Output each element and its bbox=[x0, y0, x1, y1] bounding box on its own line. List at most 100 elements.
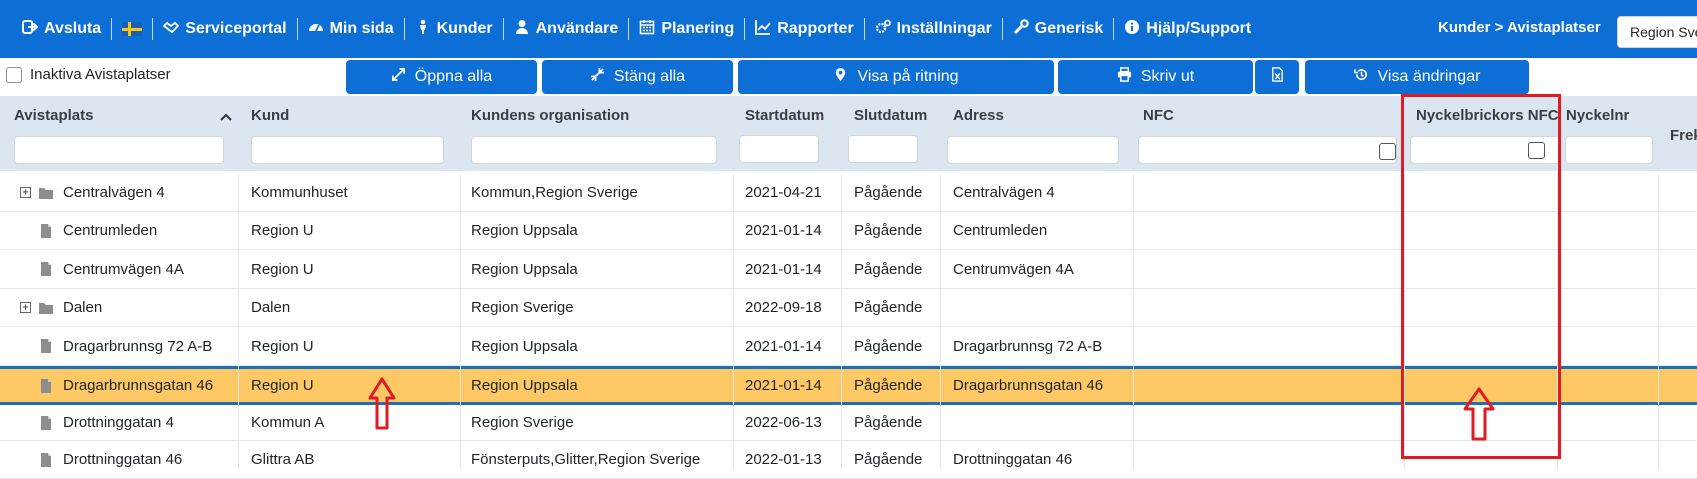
col-header-startdatum[interactable]: Startdatum bbox=[745, 107, 824, 124]
cell-customer-text: Region U bbox=[251, 377, 314, 394]
show-on-drawing-button[interactable]: Visa på ritning bbox=[738, 60, 1054, 94]
cell-end-text: Pågående bbox=[854, 299, 923, 316]
nav-settings-label: Inställningar bbox=[896, 20, 992, 37]
top-navbar: Avsluta Serviceportal Min sida Kunder An… bbox=[0, 0, 1697, 58]
inactive-checkbox[interactable] bbox=[6, 66, 22, 83]
language-button[interactable] bbox=[112, 22, 152, 36]
cell-end: Pågående bbox=[854, 212, 922, 249]
cell-place-text: Centralvägen 4 bbox=[63, 184, 165, 201]
cell-org: Region Sverige bbox=[471, 405, 574, 440]
col-header-nyckelnr[interactable]: Nyckelnr bbox=[1566, 107, 1629, 124]
swedish-flag-icon bbox=[122, 22, 143, 36]
inactive-filter[interactable]: Inaktiva Avistaplatser bbox=[6, 66, 171, 83]
cell-org: Region Uppsala bbox=[471, 212, 578, 249]
cell-org-text: Fönsterputs,Glitter,Region Sverige bbox=[471, 451, 701, 468]
filter-adress-input[interactable] bbox=[947, 136, 1119, 164]
nav-generic[interactable]: Generisk bbox=[1003, 18, 1113, 40]
filter-nfc-checkbox[interactable] bbox=[1379, 143, 1396, 160]
nav-logout-label: Avsluta bbox=[44, 20, 102, 37]
cell-end-text: Pågående bbox=[854, 377, 923, 394]
col-header-kund[interactable]: Kund bbox=[251, 107, 289, 124]
cell-org: Region Uppsala bbox=[471, 250, 578, 288]
nav-help-support[interactable]: Hjälp/Support bbox=[1114, 19, 1261, 40]
filter-kund-input[interactable] bbox=[251, 136, 444, 164]
cell-end: Pågående bbox=[854, 369, 922, 402]
nav-planning-label: Planering bbox=[661, 20, 735, 37]
cell-org: Region Uppsala bbox=[471, 327, 578, 365]
nav-users[interactable]: Användare bbox=[504, 19, 629, 40]
cell-customer: Region U bbox=[251, 250, 314, 288]
cell-place-text: Dragarbrunnsg 72 A-B bbox=[63, 337, 213, 355]
cell-customer: Region U bbox=[251, 212, 314, 249]
col-header-avistaplats[interactable]: Avistaplats bbox=[14, 107, 93, 124]
filter-startdatum-input[interactable] bbox=[739, 135, 819, 163]
col-divider bbox=[460, 174, 461, 468]
nav-users-label: Användare bbox=[535, 20, 619, 37]
nav-logout[interactable]: Avsluta bbox=[12, 19, 111, 40]
cell-customer-text: Kommunhuset bbox=[251, 184, 348, 201]
cell-place: Dragarbrunnsg 72 A-B bbox=[38, 327, 212, 365]
print-button[interactable]: Skriv ut bbox=[1058, 60, 1253, 94]
breadcrumb[interactable]: Kunder > Avistaplatser bbox=[1438, 19, 1601, 36]
nav-serviceportal[interactable]: Serviceportal bbox=[153, 19, 296, 40]
cell-end-text: Pågående bbox=[854, 184, 923, 201]
col-divider bbox=[1133, 174, 1134, 468]
file-icon bbox=[38, 223, 54, 239]
cell-address: Centralvägen 4 bbox=[953, 174, 1055, 211]
cell-end: Pågående bbox=[854, 441, 922, 478]
file-icon bbox=[38, 452, 54, 468]
cell-customer: Region U bbox=[251, 369, 314, 402]
cell-start-text: 2022-09-18 bbox=[745, 299, 822, 316]
cell-start-text: 2022-06-13 bbox=[745, 414, 822, 431]
nav-serviceportal-label: Serviceportal bbox=[185, 20, 287, 37]
col-header-adress[interactable]: Adress bbox=[953, 107, 1004, 124]
cell-customer-text: Dalen bbox=[251, 299, 291, 316]
filter-avistaplats-input[interactable] bbox=[14, 136, 224, 164]
excel-icon bbox=[1270, 67, 1285, 87]
close-all-label: Stäng alla bbox=[613, 68, 686, 85]
cell-place-text: Drottninggatan 46 bbox=[63, 451, 183, 468]
cell-place: + Centralvägen 4 bbox=[20, 174, 165, 211]
nav-reports[interactable]: Rapporter bbox=[745, 19, 863, 40]
person-icon bbox=[415, 19, 431, 40]
close-all-button[interactable]: Stäng alla bbox=[542, 60, 733, 94]
file-icon bbox=[38, 338, 54, 354]
dashboard-icon bbox=[308, 19, 324, 40]
cell-place: Centrumvägen 4A bbox=[38, 250, 184, 288]
cell-address-text: Centralvägen 4 bbox=[953, 184, 1055, 201]
expand-arrows-icon bbox=[391, 67, 406, 87]
expand-icon[interactable]: + bbox=[20, 187, 31, 198]
open-all-label: Öppna alla bbox=[414, 68, 493, 85]
sort-asc-icon[interactable] bbox=[219, 109, 233, 127]
filter-nyckelnr-input[interactable] bbox=[1565, 136, 1653, 164]
open-all-button[interactable]: Öppna alla bbox=[346, 60, 537, 94]
cell-start: 2022-01-13 bbox=[745, 441, 822, 478]
show-changes-button[interactable]: Visa ändringar bbox=[1305, 60, 1529, 94]
cell-customer-text: Glittra AB bbox=[251, 451, 315, 468]
cell-address-text: Drottninggatan 46 bbox=[953, 451, 1073, 468]
expand-icon[interactable]: + bbox=[20, 302, 31, 313]
nav-planning[interactable]: Planering bbox=[629, 19, 744, 40]
printer-icon bbox=[1117, 67, 1132, 87]
region-select[interactable]: Region Sve bbox=[1617, 16, 1697, 48]
nav-settings[interactable]: Inställningar bbox=[865, 19, 1002, 40]
sign-out-icon bbox=[22, 19, 39, 40]
folder-icon bbox=[38, 185, 54, 201]
col-header-nfc[interactable]: NFC bbox=[1143, 107, 1174, 124]
col-header-frek[interactable]: Frek bbox=[1670, 127, 1697, 144]
col-divider bbox=[841, 174, 842, 468]
cell-end: Pågående bbox=[854, 327, 922, 365]
cell-start-text: 2021-01-14 bbox=[745, 337, 822, 355]
cell-end-text: Pågående bbox=[854, 451, 923, 468]
col-header-slutdatum[interactable]: Slutdatum bbox=[854, 107, 927, 124]
col-header-organisation[interactable]: Kundens organisation bbox=[471, 107, 629, 124]
main-menu: Avsluta Serviceportal Min sida Kunder An… bbox=[12, 0, 1261, 58]
nav-my-page[interactable]: Min sida bbox=[298, 19, 404, 40]
excel-export-button[interactable] bbox=[1255, 60, 1299, 94]
filter-nfc-input[interactable] bbox=[1138, 136, 1397, 164]
filter-slutdatum-input[interactable] bbox=[848, 135, 918, 163]
cell-customer-text: Region U bbox=[251, 337, 314, 355]
cell-end: Pågående bbox=[854, 174, 922, 211]
filter-organisation-input[interactable] bbox=[471, 136, 717, 164]
nav-customers[interactable]: Kunder bbox=[405, 19, 503, 40]
